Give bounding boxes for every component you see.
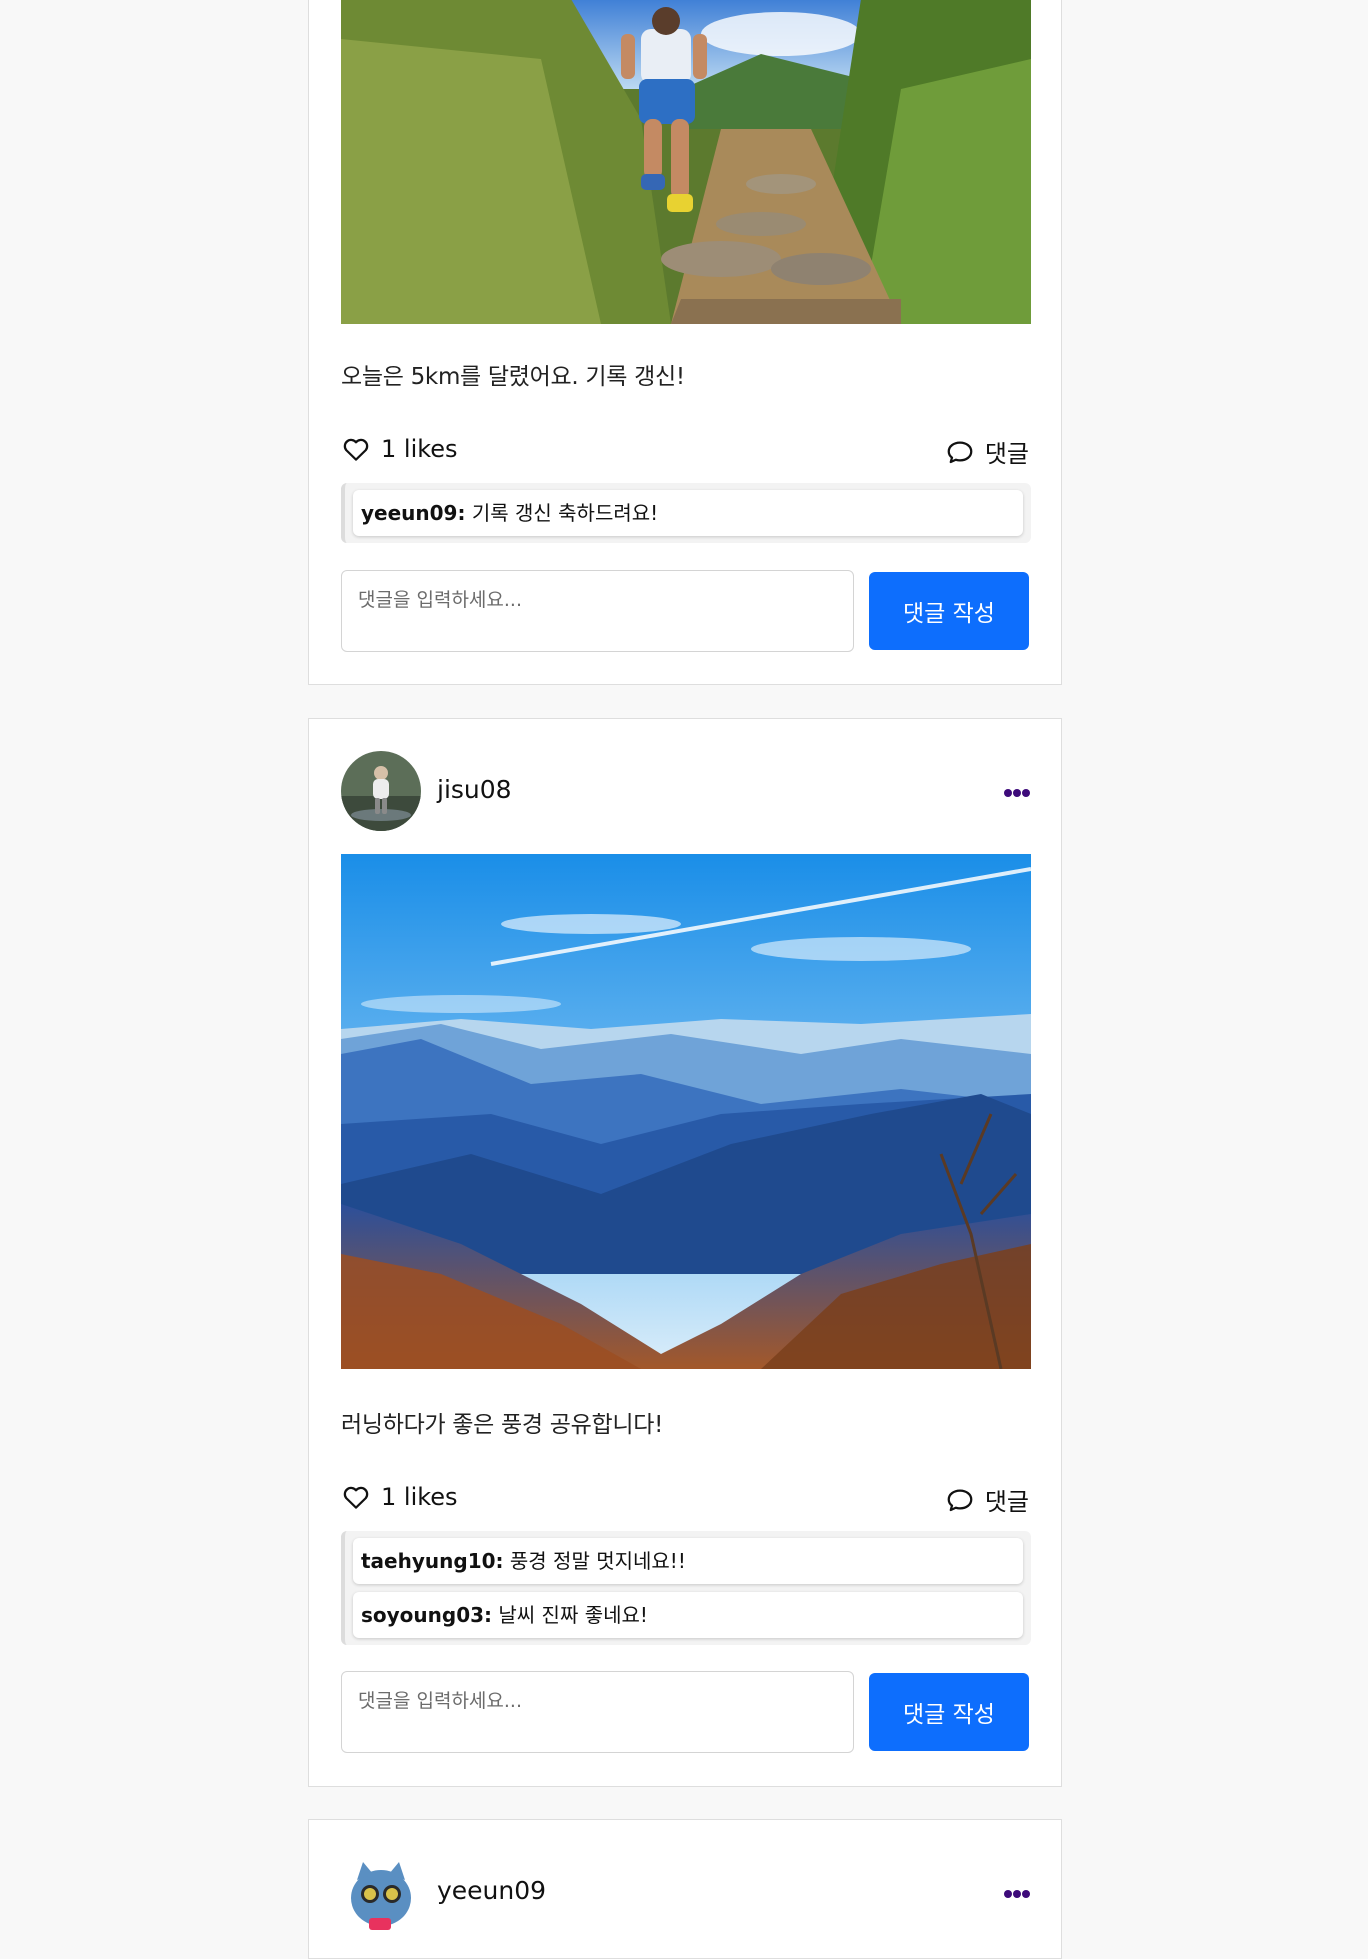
comment-input[interactable] (341, 570, 854, 652)
comment-text: 풍경 정말 멋지네요!! (503, 1549, 686, 1573)
post-image (341, 0, 1031, 324)
post-caption: 러닝하다가 좋은 풍경 공유합니다! (341, 1412, 663, 1438)
comment-input[interactable] (341, 1671, 854, 1753)
three-dots-icon[interactable] (1003, 1887, 1031, 1901)
like-count: 1 likes (381, 435, 458, 463)
speech-bubble-icon[interactable] (945, 437, 975, 467)
post-card: yeeun09 (308, 1819, 1062, 1959)
more-options-button[interactable] (1003, 1887, 1031, 1901)
post-username[interactable]: jisu08 (437, 775, 512, 804)
comment-list: taehyung10: 풍경 정말 멋지네요!! soyoung03: 날씨 진… (341, 1531, 1031, 1645)
comment-item: taehyung10: 풍경 정말 멋지네요!! (353, 1538, 1023, 1584)
heart-outline-icon[interactable] (341, 1482, 371, 1512)
comment-author[interactable]: taehyung10: (361, 1549, 504, 1573)
avatar[interactable] (341, 751, 421, 831)
post-card: 오늘은 5km를 달렸어요. 기록 갱신! 1 likes 댓글 yeeun09… (308, 0, 1062, 685)
three-dots-icon[interactable] (1003, 786, 1031, 800)
like-button[interactable]: 1 likes (341, 1482, 458, 1512)
comment-label: 댓글 (984, 440, 1029, 468)
comment-text: 날씨 진짜 좋네요! (492, 1603, 648, 1627)
comment-list: yeeun09: 기록 갱신 축하드려요! (341, 483, 1031, 543)
heart-outline-icon[interactable] (341, 434, 371, 464)
avatar[interactable] (341, 1852, 421, 1932)
like-button[interactable]: 1 likes (341, 434, 458, 464)
comment-toggle-button[interactable]: 댓글 (945, 1482, 1029, 1517)
post-card: jisu08 러닝하다가 좋은 풍경 공유합니다! 1 likes 댓글 tae… (308, 718, 1062, 1787)
comment-item: yeeun09: 기록 갱신 축하드려요! (353, 490, 1023, 536)
comment-author[interactable]: soyoung03: (361, 1603, 492, 1627)
comment-author[interactable]: yeeun09: (361, 501, 465, 525)
like-count: 1 likes (381, 1483, 458, 1511)
comment-toggle-button[interactable]: 댓글 (945, 434, 1029, 469)
post-caption: 오늘은 5km를 달렸어요. 기록 갱신! (341, 364, 685, 390)
comment-submit-button[interactable]: 댓글 작성 (869, 1673, 1029, 1751)
comment-submit-button[interactable]: 댓글 작성 (869, 572, 1029, 650)
post-username[interactable]: yeeun09 (437, 1876, 546, 1905)
speech-bubble-icon[interactable] (945, 1485, 975, 1515)
comment-item: soyoung03: 날씨 진짜 좋네요! (353, 1592, 1023, 1638)
post-image (341, 854, 1031, 1369)
comment-label: 댓글 (984, 1488, 1029, 1516)
comment-text: 기록 갱신 축하드려요! (465, 501, 659, 525)
more-options-button[interactable] (1003, 786, 1031, 800)
